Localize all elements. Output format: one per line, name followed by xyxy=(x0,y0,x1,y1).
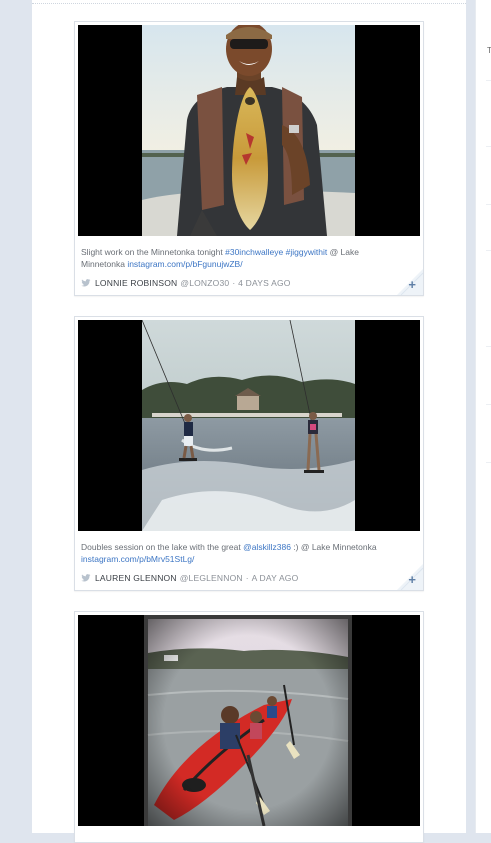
caption-text: Doubles session on the lake with the gre… xyxy=(81,542,244,552)
sidebar-divider xyxy=(486,404,491,405)
top-divider xyxy=(32,3,466,4)
post-meta: Lonnie Robinson @LONZO30 · 4 DAYS AGO xyxy=(81,278,291,288)
post-photo[interactable] xyxy=(144,615,352,826)
feed-post-card[interactable]: Slight work on the Minnetonka tonight #3… xyxy=(74,21,424,296)
post-timestamp[interactable]: 4 DAYS AGO xyxy=(238,278,290,288)
feed-post-card[interactable]: Doubles session on the lake with the gre… xyxy=(74,316,424,591)
post-photo[interactable] xyxy=(142,25,355,236)
hashtag-link[interactable]: #30inchwalleye xyxy=(225,247,283,257)
post-photo[interactable] xyxy=(142,320,355,531)
sidebar-divider xyxy=(486,146,491,147)
card-corner xyxy=(391,263,423,295)
sidebar-divider xyxy=(486,346,491,347)
author-name[interactable]: Lonnie Robinson xyxy=(95,278,177,288)
author-handle[interactable]: @LONZO30 xyxy=(180,278,229,288)
sidebar-divider xyxy=(486,250,491,251)
corner-fold-icon xyxy=(397,564,423,590)
post-caption: Doubles session on the lake with the gre… xyxy=(81,541,401,565)
sidebar-peek-text: T xyxy=(487,46,491,55)
plus-icon[interactable]: + xyxy=(408,573,416,586)
post-media[interactable] xyxy=(78,320,420,531)
sidebar-divider xyxy=(486,462,491,463)
author-handle[interactable]: @LEGLENNON xyxy=(180,573,243,583)
post-media[interactable] xyxy=(78,615,420,826)
card-corner xyxy=(391,558,423,590)
mention-link[interactable]: @alskillz386 xyxy=(243,542,291,552)
post-media[interactable] xyxy=(78,25,420,236)
caption-text: :) @ Lake Minnetonka xyxy=(290,542,377,552)
photo-man-with-fish xyxy=(142,25,355,236)
hashtag-link[interactable]: #jiggywithit xyxy=(286,247,328,257)
feed-post-card[interactable] xyxy=(74,611,424,843)
caption-text: Slight work on the Minnetonka tonight xyxy=(81,247,226,257)
plus-icon[interactable]: + xyxy=(408,278,416,291)
post-timestamp[interactable]: A DAY AGO xyxy=(252,573,299,583)
meta-separator: · xyxy=(232,278,236,288)
photo-kayak-family xyxy=(144,615,352,826)
instagram-link[interactable]: instagram.com/p/bFgunujwZB/ xyxy=(127,259,242,269)
photo-wakeboarders xyxy=(142,320,355,531)
post-caption: Slight work on the Minnetonka tonight #3… xyxy=(81,246,401,270)
post-meta: Lauren Glennon @LEGLENNON · A DAY AGO xyxy=(81,573,298,583)
twitter-bird-icon xyxy=(81,279,91,287)
instagram-link[interactable]: instagram.com/p/bMrv51StLg/ xyxy=(81,554,194,564)
corner-fold-icon xyxy=(397,269,423,295)
sidebar-divider xyxy=(486,80,491,81)
right-sidebar-edge: T xyxy=(475,0,491,833)
meta-separator: · xyxy=(245,573,249,583)
sidebar-divider xyxy=(486,204,491,205)
author-name[interactable]: Lauren Glennon xyxy=(95,573,177,583)
twitter-bird-icon xyxy=(81,574,91,582)
